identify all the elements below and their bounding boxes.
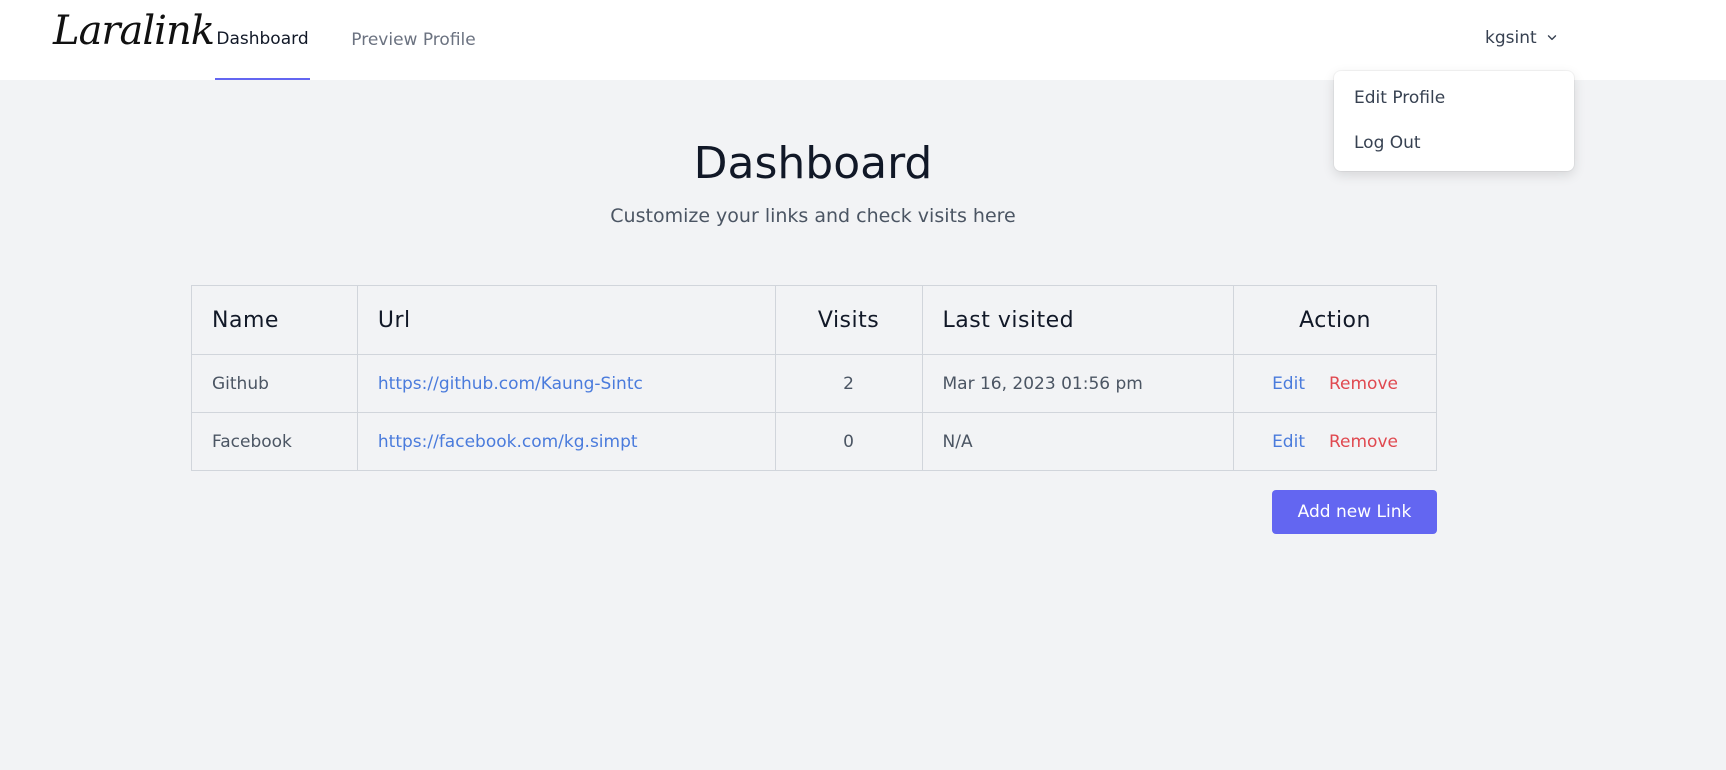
table-row: Github https://github.com/Kaung-Sintc 2 … — [191, 354, 1437, 413]
dropdown-item-edit-profile[interactable]: Edit Profile — [1354, 88, 1445, 108]
action-cell: Edit Remove — [1233, 412, 1437, 471]
column-header-url: Url — [356, 285, 776, 355]
chevron-down-icon — [1547, 35, 1556, 41]
page-title: Dashboard — [693, 138, 933, 189]
logo[interactable]: Laralink — [53, 8, 215, 54]
links-table: Name Url Visits Last visited Action Gith… — [191, 285, 1437, 471]
url-cell: https://facebook.com/kg.simpt — [356, 412, 776, 471]
column-header-last-visited: Last visited — [921, 285, 1235, 355]
top-navbar: Laralink Dashboard Preview Profile kgsin… — [0, 0, 1726, 80]
add-new-link-button[interactable]: Add new Link — [1272, 490, 1437, 534]
link-last-visited: N/A — [921, 412, 1235, 471]
link-url[interactable]: https://github.com/Kaung-Sintc — [378, 374, 643, 394]
column-header-action: Action — [1233, 285, 1437, 355]
link-name: Facebook — [191, 412, 358, 471]
action-cell: Edit Remove — [1233, 354, 1437, 413]
link-visits: 0 — [774, 412, 923, 471]
page-subtitle: Customize your links and check visits he… — [610, 205, 1016, 227]
link-last-visited: Mar 16, 2023 01:56 pm — [921, 354, 1235, 413]
link-visits: 2 — [774, 354, 923, 413]
remove-link-button[interactable]: Remove — [1329, 432, 1398, 452]
remove-link-button[interactable]: Remove — [1329, 374, 1398, 394]
link-url[interactable]: https://facebook.com/kg.simpt — [378, 432, 638, 452]
table-row: Facebook https://facebook.com/kg.simpt 0… — [191, 412, 1437, 471]
user-menu-trigger[interactable]: kgsint — [1485, 28, 1559, 48]
edit-link-button[interactable]: Edit — [1272, 432, 1305, 452]
user-name: kgsint — [1485, 28, 1537, 48]
table-header-row: Name Url Visits Last visited Action — [191, 285, 1437, 355]
edit-link-button[interactable]: Edit — [1272, 374, 1305, 394]
column-header-visits: Visits — [774, 285, 923, 355]
url-cell: https://github.com/Kaung-Sintc — [356, 354, 776, 413]
nav-link-dashboard[interactable]: Dashboard — [215, 0, 310, 80]
column-header-name: Name — [191, 285, 358, 355]
nav-link-preview-profile[interactable]: Preview Profile — [350, 0, 477, 80]
link-name: Github — [191, 354, 358, 413]
